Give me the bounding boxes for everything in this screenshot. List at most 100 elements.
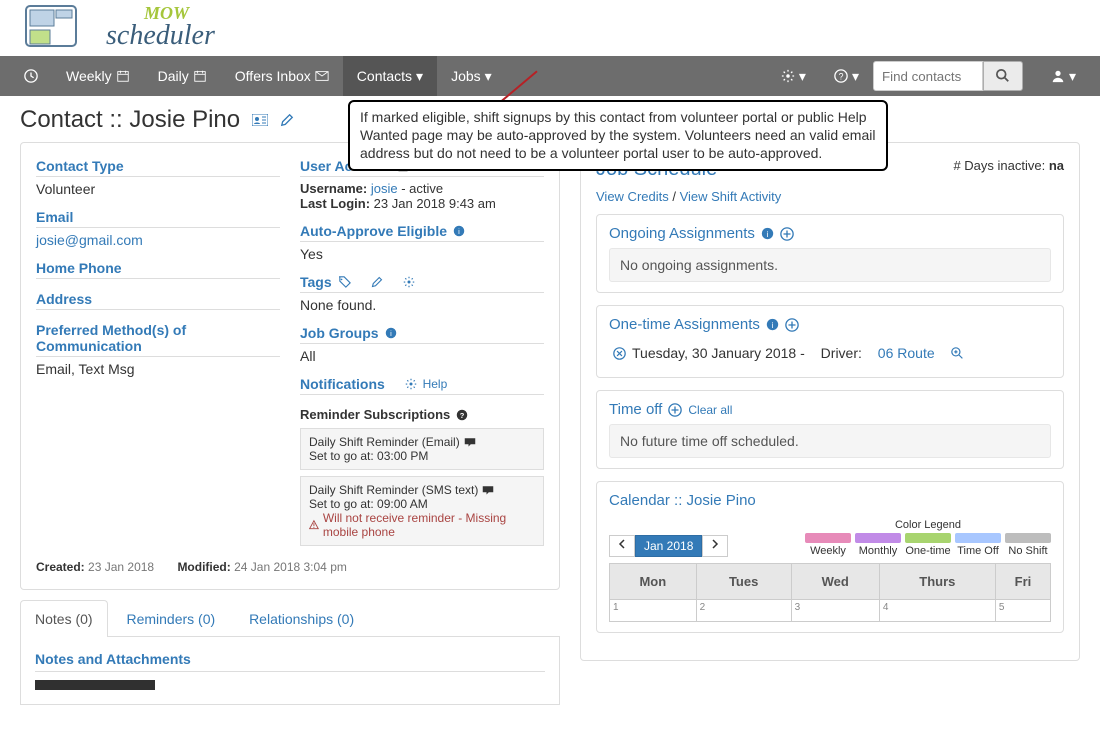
view-activity-link[interactable]: View Shift Activity bbox=[680, 189, 782, 204]
tags-value: None found. bbox=[300, 297, 544, 313]
comment-icon bbox=[482, 485, 494, 495]
onetime-panel: One-time Assignments i Tuesday, 30 Janua… bbox=[596, 305, 1064, 378]
tags-heading: Tags bbox=[300, 274, 544, 293]
nav-weekly[interactable]: Weekly bbox=[52, 56, 144, 96]
prev-month-button[interactable] bbox=[609, 535, 635, 557]
month-nav: Jan 2018 bbox=[609, 535, 728, 557]
address-heading: Address bbox=[36, 291, 280, 310]
clear-all-link[interactable]: Clear all bbox=[688, 403, 732, 417]
nav-offers[interactable]: Offers Inbox bbox=[221, 56, 343, 96]
calendar-panel: Calendar :: Josie Pino Jan 2018 bbox=[596, 481, 1064, 633]
ongoing-panel: Ongoing Assignments i No ongoing assignm… bbox=[596, 214, 1064, 293]
edit-icon[interactable] bbox=[280, 113, 294, 127]
calendar-cell[interactable]: 3 bbox=[791, 600, 879, 622]
info-icon[interactable]: i bbox=[453, 225, 465, 237]
legend-swatch: No Shift bbox=[1005, 533, 1051, 557]
notes-attachments-heading: Notes and Attachments bbox=[35, 651, 545, 672]
color-legend: Color Legend WeeklyMonthlyOne-timeTime O… bbox=[805, 519, 1051, 557]
page-title: Contact :: Josie Pino bbox=[20, 106, 240, 134]
tabs: Notes (0) Reminders (0) Relationships (0… bbox=[20, 600, 560, 637]
remove-icon[interactable] bbox=[613, 347, 626, 360]
onetime-row: Tuesday, 30 January 2018 - Driver: 06 Ro… bbox=[609, 339, 1051, 367]
nav-daily[interactable]: Daily bbox=[144, 56, 221, 96]
next-month-button[interactable] bbox=[702, 535, 728, 557]
route-link[interactable]: 06 Route bbox=[878, 345, 935, 361]
days-inactive: # Days inactive: na bbox=[953, 158, 1064, 173]
calendar-table: MonTuesWedThursFri 12345 bbox=[609, 563, 1051, 622]
tab-notes[interactable]: Notes (0) bbox=[20, 600, 108, 637]
timeoff-empty: No future time off scheduled. bbox=[609, 424, 1051, 458]
svg-text:?: ? bbox=[839, 72, 844, 82]
username-row: Username: josie - active bbox=[300, 181, 544, 196]
nav-jobs[interactable]: Jobs ▾ bbox=[437, 56, 506, 96]
meta-dates: Created: 23 Jan 2018 Modified: 24 Jan 20… bbox=[36, 560, 544, 574]
svg-text:scheduler: scheduler bbox=[106, 20, 215, 51]
top-nav: Weekly Daily Offers Inbox Contacts ▾ Job… bbox=[0, 56, 1100, 96]
calendar-cell[interactable]: 2 bbox=[696, 600, 791, 622]
info-icon[interactable]: i bbox=[761, 227, 774, 240]
comment-icon bbox=[464, 437, 476, 447]
contact-type-value: Volunteer bbox=[36, 181, 280, 197]
add-ongoing-button[interactable] bbox=[780, 227, 794, 241]
onetime-heading: One-time Assignments i bbox=[609, 316, 1051, 333]
month-label[interactable]: Jan 2018 bbox=[635, 535, 702, 557]
add-onetime-button[interactable] bbox=[785, 318, 799, 332]
tags-gear-icon[interactable] bbox=[403, 276, 415, 288]
ongoing-heading: Ongoing Assignments i bbox=[609, 225, 1051, 242]
contact-type-heading: Contact Type bbox=[36, 158, 280, 177]
calendar-day-header: Mon bbox=[610, 564, 697, 600]
tags-edit-icon[interactable] bbox=[371, 276, 383, 288]
email-link[interactable]: josie@gmail.com bbox=[36, 232, 143, 248]
search-button[interactable] bbox=[983, 61, 1023, 91]
svg-text:i: i bbox=[767, 230, 769, 239]
auto-approve-heading: Auto-Approve Eligible i bbox=[300, 223, 544, 242]
help-icon[interactable]: ? bbox=[456, 409, 468, 421]
tab-body: Notes and Attachments bbox=[20, 637, 560, 705]
logo-area: MOW scheduler bbox=[0, 0, 1100, 56]
svg-text:i: i bbox=[772, 321, 774, 330]
notifications-heading: Notifications Help bbox=[300, 376, 544, 395]
schedule-links: View Credits / View Shift Activity bbox=[596, 189, 1064, 204]
calendar-heading: Calendar :: Josie Pino bbox=[609, 492, 1051, 509]
pref-comm-heading: Preferred Method(s) of Communication bbox=[36, 322, 280, 357]
lastlogin-row: Last Login: 23 Jan 2018 9:43 am bbox=[300, 196, 544, 211]
tab-relationships[interactable]: Relationships (0) bbox=[234, 600, 369, 637]
legend-swatch: Weekly bbox=[805, 533, 851, 557]
pref-comm-value: Email, Text Msg bbox=[36, 361, 280, 377]
nav-user[interactable]: ▾ bbox=[1037, 56, 1090, 96]
legend-swatch: Monthly bbox=[855, 533, 901, 557]
calendar-day-header: Fri bbox=[995, 564, 1050, 600]
logo: MOW scheduler bbox=[24, 4, 244, 52]
calendar-day-header: Wed bbox=[791, 564, 879, 600]
info-icon[interactable]: i bbox=[766, 318, 779, 331]
reminder-subs-heading: Reminder Subscriptions ? bbox=[300, 407, 544, 422]
calendar-cell[interactable]: 1 bbox=[610, 600, 697, 622]
notif-help-link[interactable]: Help bbox=[423, 377, 448, 391]
info-icon[interactable]: i bbox=[385, 327, 397, 339]
svg-text:?: ? bbox=[460, 411, 465, 420]
reminder-email-box: Daily Shift Reminder (Email) Set to go a… bbox=[300, 428, 544, 470]
nav-contacts[interactable]: Contacts ▾ bbox=[343, 56, 437, 96]
add-timeoff-button[interactable] bbox=[668, 403, 682, 417]
legend-swatch: Time Off bbox=[955, 533, 1001, 557]
jobgroups-value: All bbox=[300, 348, 544, 364]
reminder-sms-box: Daily Shift Reminder (SMS text) Set to g… bbox=[300, 476, 544, 546]
calendar-day-header: Tues bbox=[696, 564, 791, 600]
nav-settings[interactable]: ▾ bbox=[767, 56, 820, 96]
job-schedule-panel: # Days inactive: na Job Schedule View Cr… bbox=[580, 142, 1080, 661]
jobgroups-heading: Job Groups i bbox=[300, 325, 544, 344]
username-link[interactable]: josie bbox=[371, 181, 398, 196]
tab-reminders[interactable]: Reminders (0) bbox=[111, 600, 230, 637]
search-input[interactable] bbox=[873, 61, 983, 91]
zoom-icon[interactable] bbox=[951, 347, 964, 360]
calendar-cell[interactable]: 4 bbox=[879, 600, 995, 622]
view-credits-link[interactable]: View Credits bbox=[596, 189, 669, 204]
ongoing-empty: No ongoing assignments. bbox=[609, 248, 1051, 282]
timeoff-heading: Time off Clear all bbox=[609, 401, 1051, 418]
nav-clock[interactable] bbox=[10, 56, 52, 96]
calendar-cell[interactable]: 5 bbox=[995, 600, 1050, 622]
nav-help[interactable]: ? ▾ bbox=[820, 56, 873, 96]
vcard-icon[interactable] bbox=[252, 114, 268, 126]
notif-gear-icon[interactable] bbox=[405, 378, 417, 390]
home-phone-heading: Home Phone bbox=[36, 260, 280, 279]
